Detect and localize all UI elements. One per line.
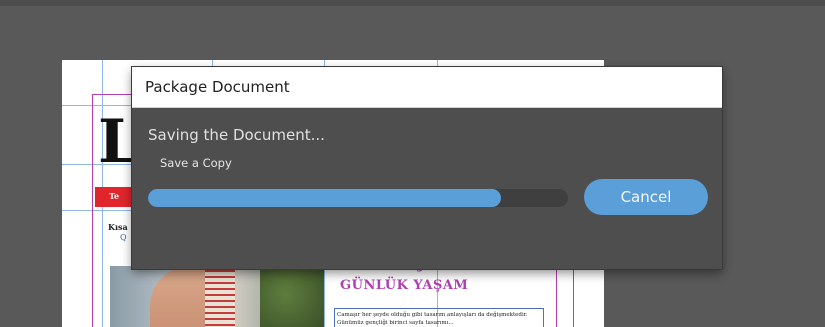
article-photo — [110, 266, 324, 327]
article-text-frame: Camaşır her şeyde olduğu gibi tasarım an… — [334, 308, 544, 327]
dialog-titlebar[interactable]: Package Document — [132, 67, 722, 108]
status-text: Saving the Document... — [148, 126, 325, 144]
brief-sub: Q — [120, 233, 127, 242]
dialog-title: Package Document — [145, 78, 290, 96]
pasteboard: L Te Kısa Q TEKNOLOJİ İLE GÜNLÜK YAŞAM C… — [0, 0, 825, 327]
cancel-button[interactable]: Cancel — [584, 179, 708, 215]
progress-bar — [148, 189, 568, 207]
photo-scarf — [205, 266, 235, 327]
progress-fill — [148, 189, 501, 207]
substatus-text: Save a Copy — [160, 156, 232, 170]
package-document-dialog: Package Document Saving the Document... … — [132, 67, 722, 269]
photo-foliage — [260, 266, 324, 327]
brief-label: Kısa — [108, 222, 128, 232]
headline-line-2: GÜNLÜK YAŞAM — [340, 278, 469, 293]
section-banner-text: Te — [109, 191, 120, 201]
top-strip — [0, 0, 825, 6]
